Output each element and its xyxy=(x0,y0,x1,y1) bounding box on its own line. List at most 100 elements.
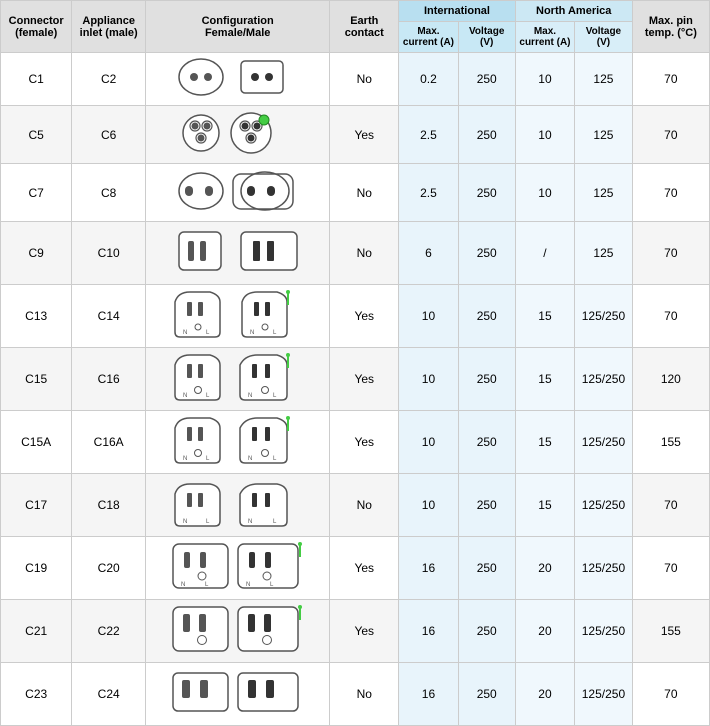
intl-max-cell: 10 xyxy=(399,285,458,348)
maxpin-cell: 155 xyxy=(632,600,709,663)
header-na-max-current: Max.current (A) xyxy=(515,22,574,53)
config-cell: N L N L xyxy=(146,285,330,348)
svg-text:N: N xyxy=(183,456,187,462)
table-row: C15 C16 N L N L Yes 10 250 15 125/250 12… xyxy=(1,348,710,411)
maxpin-cell: 120 xyxy=(632,348,709,411)
appliance-cell: C2 xyxy=(72,53,146,106)
maxpin-cell: 70 xyxy=(632,285,709,348)
appliance-cell: C20 xyxy=(72,537,146,600)
earth-cell: No xyxy=(330,663,399,726)
maxpin-cell: 155 xyxy=(632,411,709,474)
connector-cell: C13 xyxy=(1,285,72,348)
earth-cell: No xyxy=(330,222,399,285)
na-volt-cell: 125/250 xyxy=(575,537,633,600)
table-row: C21 C22 Yes 16 250 20 125/250 155 xyxy=(1,600,710,663)
config-cell xyxy=(146,663,330,726)
intl-volt-cell: 250 xyxy=(458,53,515,106)
earth-cell: Yes xyxy=(330,285,399,348)
intl-volt-cell: 250 xyxy=(458,106,515,164)
appliance-cell: C10 xyxy=(72,222,146,285)
connector-cell: C15A xyxy=(1,411,72,474)
na-max-cell: 15 xyxy=(515,474,574,537)
earth-cell: Yes xyxy=(330,537,399,600)
na-max-cell: 20 xyxy=(515,537,574,600)
intl-max-cell: 2.5 xyxy=(399,106,458,164)
na-max-cell: 15 xyxy=(515,348,574,411)
connector-cell: C5 xyxy=(1,106,72,164)
config-cell xyxy=(146,106,330,164)
svg-text:N: N xyxy=(248,456,252,462)
intl-max-cell: 16 xyxy=(399,537,458,600)
intl-volt-cell: 250 xyxy=(458,285,515,348)
table-row: C23 C24 No 16 250 20 125/250 70 xyxy=(1,663,710,726)
config-cell xyxy=(146,53,330,106)
table-row: C15A C16A N L N L Yes 10 250 15 125/250 … xyxy=(1,411,710,474)
table-row: C19 C20 N L N L Yes 16 250 20 125/250 70 xyxy=(1,537,710,600)
intl-volt-cell: 250 xyxy=(458,348,515,411)
table-row: C7 C8 No 2.5 250 10 125 70 xyxy=(1,164,710,222)
na-max-cell: 15 xyxy=(515,411,574,474)
config-cell: N L N L xyxy=(146,537,330,600)
intl-max-cell: 16 xyxy=(399,600,458,663)
appliance-cell: C16A xyxy=(72,411,146,474)
intl-volt-cell: 250 xyxy=(458,474,515,537)
earth-cell: No xyxy=(330,53,399,106)
intl-volt-cell: 250 xyxy=(458,164,515,222)
connector-cell: C9 xyxy=(1,222,72,285)
na-max-cell: 10 xyxy=(515,53,574,106)
intl-volt-cell: 250 xyxy=(458,222,515,285)
maxpin-cell: 70 xyxy=(632,474,709,537)
intl-max-cell: 10 xyxy=(399,474,458,537)
na-max-cell: 10 xyxy=(515,106,574,164)
na-volt-cell: 125 xyxy=(575,222,633,285)
maxpin-cell: 70 xyxy=(632,106,709,164)
header-international: International xyxy=(399,1,516,22)
intl-max-cell: 10 xyxy=(399,348,458,411)
config-cell xyxy=(146,600,330,663)
maxpin-cell: 70 xyxy=(632,53,709,106)
appliance-cell: C8 xyxy=(72,164,146,222)
config-cell: N L N L xyxy=(146,348,330,411)
table-row: C1 C2 No 0.2 250 10 125 70 xyxy=(1,53,710,106)
appliance-cell: C22 xyxy=(72,600,146,663)
na-volt-cell: 125/250 xyxy=(575,663,633,726)
na-max-cell: 20 xyxy=(515,600,574,663)
svg-text:N: N xyxy=(181,582,185,588)
intl-max-cell: 0.2 xyxy=(399,53,458,106)
na-volt-cell: 125 xyxy=(575,164,633,222)
table-row: C13 C14 N L N L Yes 10 250 15 125/250 70 xyxy=(1,285,710,348)
connector-cell: C19 xyxy=(1,537,72,600)
earth-cell: Yes xyxy=(330,106,399,164)
connector-cell: C21 xyxy=(1,600,72,663)
intl-max-cell: 10 xyxy=(399,411,458,474)
intl-max-cell: 2.5 xyxy=(399,164,458,222)
svg-text:N: N xyxy=(183,393,187,399)
appliance-cell: C16 xyxy=(72,348,146,411)
intl-volt-cell: 250 xyxy=(458,663,515,726)
connector-cell: C17 xyxy=(1,474,72,537)
appliance-cell: C18 xyxy=(72,474,146,537)
earth-cell: Yes xyxy=(330,411,399,474)
connector-cell: C15 xyxy=(1,348,72,411)
header-connector: Connector(female) xyxy=(1,1,72,53)
na-volt-cell: 125 xyxy=(575,53,633,106)
connector-cell: C1 xyxy=(1,53,72,106)
svg-text:N: N xyxy=(248,393,252,399)
table-row: C5 C6 Yes 2.5 250 10 125 70 xyxy=(1,106,710,164)
intl-volt-cell: 250 xyxy=(458,537,515,600)
maxpin-cell: 70 xyxy=(632,663,709,726)
maxpin-cell: 70 xyxy=(632,164,709,222)
na-max-cell: 20 xyxy=(515,663,574,726)
intl-max-cell: 6 xyxy=(399,222,458,285)
appliance-cell: C6 xyxy=(72,106,146,164)
na-volt-cell: 125/250 xyxy=(575,411,633,474)
earth-cell: No xyxy=(330,164,399,222)
na-max-cell: 10 xyxy=(515,164,574,222)
maxpin-cell: 70 xyxy=(632,222,709,285)
na-volt-cell: 125/250 xyxy=(575,474,633,537)
intl-volt-cell: 250 xyxy=(458,411,515,474)
na-volt-cell: 125/250 xyxy=(575,600,633,663)
svg-text:N: N xyxy=(248,519,252,525)
intl-volt-cell: 250 xyxy=(458,600,515,663)
maxpin-cell: 70 xyxy=(632,537,709,600)
